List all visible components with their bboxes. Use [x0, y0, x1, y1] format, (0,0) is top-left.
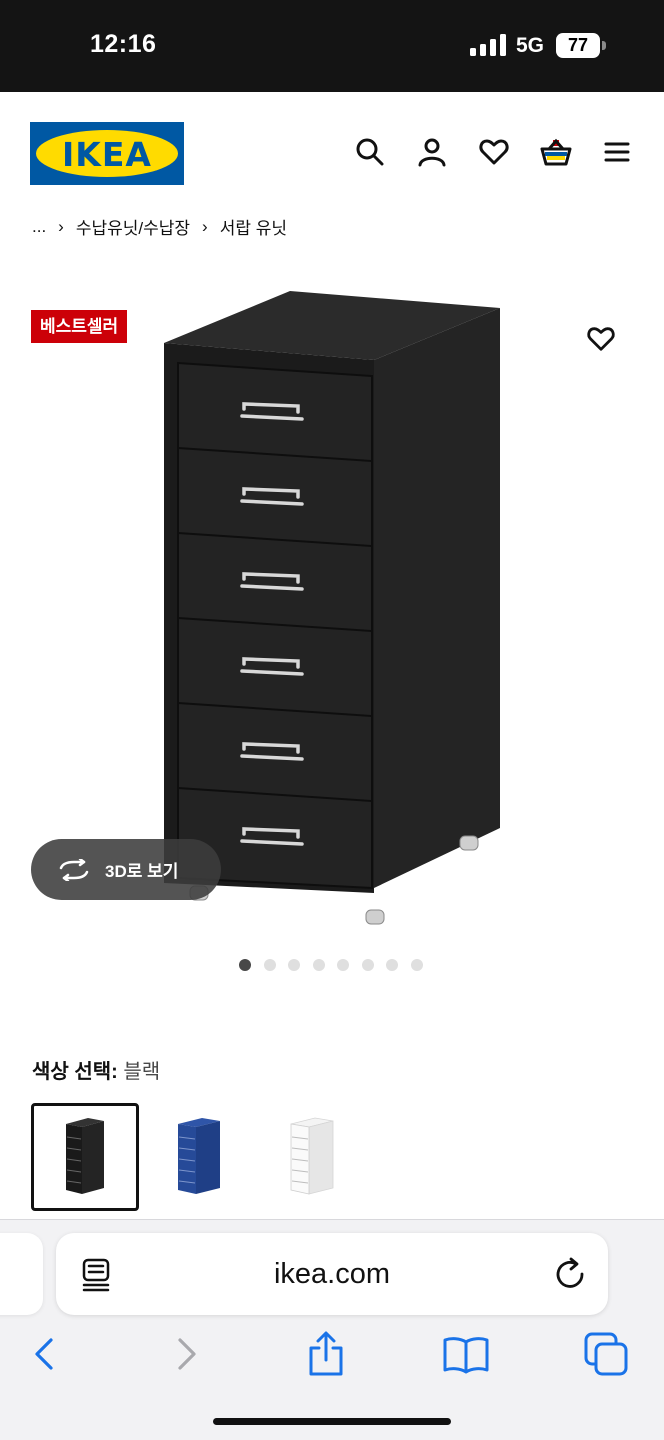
- carousel-dot-1[interactable]: [239, 959, 251, 971]
- back-icon[interactable]: [20, 1330, 68, 1378]
- site-header: IKEA: [0, 92, 664, 212]
- tabs-icon[interactable]: [582, 1330, 630, 1378]
- breadcrumb-item-storage[interactable]: 수납유닛/수납장: [76, 214, 190, 239]
- carousel-dot-7[interactable]: [386, 959, 398, 971]
- add-to-favorites-heart-icon[interactable]: [586, 324, 616, 354]
- breadcrumb-ellipsis[interactable]: ...: [32, 217, 46, 237]
- chevron-right-icon: ›: [58, 216, 64, 236]
- color-label-key: 색상 선택:: [32, 1061, 118, 1083]
- color-label-value: 블랙: [123, 1061, 161, 1083]
- color-swatch-white[interactable]: [258, 1103, 366, 1211]
- reload-icon[interactable]: [554, 1255, 588, 1291]
- home-indicator: [213, 1418, 451, 1425]
- logo-wordmark: IKEA: [62, 135, 152, 174]
- white-drawer-thumbnail: [290, 1117, 334, 1195]
- image-carousel-dots: [239, 959, 423, 971]
- breadcrumb-item-drawer-unit[interactable]: 서랍 유닛: [220, 214, 287, 239]
- browser-toolbar: ikea.com: [0, 1219, 664, 1440]
- account-icon[interactable]: [416, 136, 448, 168]
- view-3d-button[interactable]: 3D로 보기: [31, 839, 221, 900]
- carousel-dot-5[interactable]: [337, 959, 349, 971]
- previous-tab-preview[interactable]: [0, 1233, 43, 1315]
- chevron-right-icon: ›: [202, 216, 208, 236]
- network-type: 5G: [516, 34, 545, 57]
- basket-icon[interactable]: [539, 136, 573, 168]
- bestseller-badge: 베스트셀러: [31, 310, 128, 343]
- search-icon[interactable]: [354, 136, 386, 168]
- url-text: ikea.com: [273, 1258, 391, 1290]
- product-image[interactable]: [160, 288, 505, 928]
- carousel-dot-3[interactable]: [288, 959, 300, 971]
- carousel-dot-8[interactable]: [410, 959, 423, 971]
- carousel-dot-2[interactable]: [263, 959, 276, 971]
- forward-icon[interactable]: [163, 1330, 211, 1378]
- black-drawer-thumbnail: [66, 1118, 104, 1194]
- cellular-signal-icon: [470, 34, 506, 56]
- breadcrumb: ... › 수납유닛/수납장 › 서랍 유닛: [32, 214, 287, 239]
- color-swatch-blue[interactable]: [145, 1103, 253, 1211]
- share-icon[interactable]: [302, 1330, 350, 1378]
- rotate-3d-icon: [59, 858, 89, 881]
- battery-icon: 77: [556, 33, 606, 58]
- menu-icon[interactable]: [601, 136, 633, 168]
- ikea-logo[interactable]: IKEA: [30, 122, 184, 185]
- status-time: 12:16: [90, 30, 157, 58]
- blue-drawer-thumbnail: [178, 1118, 220, 1194]
- carousel-dot-6[interactable]: [361, 959, 374, 971]
- carousel-dot-4[interactable]: [312, 959, 325, 971]
- status-bar: 12:16 5G 77: [0, 0, 664, 92]
- bookmarks-icon[interactable]: [442, 1330, 490, 1378]
- address-bar[interactable]: ikea.com: [56, 1233, 608, 1315]
- view-3d-label: 3D로 보기: [105, 862, 179, 881]
- battery-level: 77: [556, 33, 600, 58]
- color-selection-label: 색상 선택: 블랙: [32, 1055, 160, 1084]
- color-swatch-black[interactable]: [31, 1103, 139, 1211]
- heart-icon[interactable]: [478, 136, 510, 168]
